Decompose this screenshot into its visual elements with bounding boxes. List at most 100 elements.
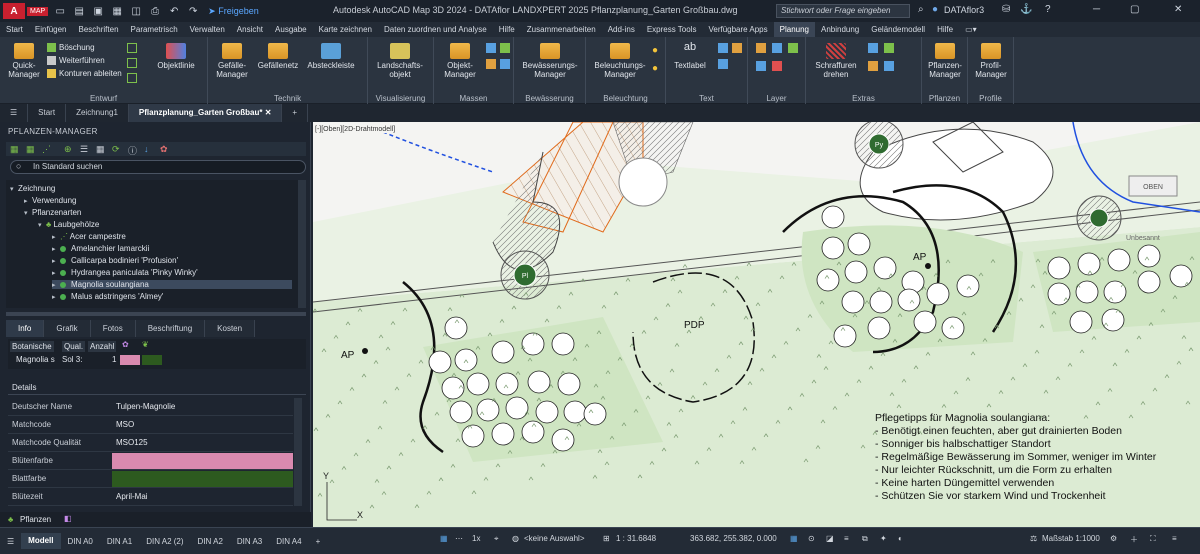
menu-parametrisch[interactable]: Parametrisch — [125, 22, 184, 37]
extras-icon[interactable] — [868, 43, 878, 53]
tree-node-verwendung[interactable]: ▸ Verwendung — [24, 196, 76, 205]
grid-cell-count[interactable]: 1 — [112, 355, 116, 364]
pflanzen-tab[interactable]: Pflanzen — [20, 515, 51, 524]
plant-search-input[interactable]: In Standard suchen — [10, 160, 306, 174]
grid-header[interactable]: Anzahl — [88, 341, 117, 352]
tab-kosten[interactable]: Kosten — [205, 320, 256, 337]
shrub-circle[interactable] — [449, 400, 473, 424]
annotation-scale-icon[interactable]: ⚖ — [1030, 534, 1037, 543]
shrub-circle[interactable] — [1047, 256, 1071, 280]
tree-node-plant[interactable]: ▸ ⋰ Acer campestre — [52, 232, 126, 241]
user-name[interactable]: DATAflor3 — [944, 5, 984, 15]
help-icon[interactable]: ? — [1045, 4, 1051, 15]
weiter-button[interactable]: Weiterführen — [47, 56, 105, 66]
layer-icon[interactable] — [772, 61, 782, 71]
layer-icon[interactable] — [772, 43, 782, 53]
prop-value[interactable]: MSO — [112, 417, 293, 433]
shrub-circle[interactable] — [466, 372, 490, 396]
menu-ausgabe[interactable]: Ausgabe — [269, 22, 313, 37]
tree-scrollbar[interactable] — [298, 180, 306, 308]
tree-node-pflanzenarten[interactable]: ▾ Pflanzenarten — [24, 208, 81, 217]
menu-hilfe-1[interactable]: Hilfe — [493, 22, 521, 37]
refresh-icon[interactable]: ⟳ — [112, 144, 120, 155]
globe-icon[interactable]: ◍ — [512, 534, 519, 543]
shrub-circle[interactable] — [1077, 252, 1101, 276]
down-arrow-icon[interactable]: ↓ — [144, 144, 149, 154]
layout-tab[interactable]: DIN A3 — [230, 537, 269, 546]
tab-zeichnung1[interactable]: Zeichnung1 — [66, 104, 129, 122]
layout-tab[interactable]: DIN A0 — [61, 537, 100, 546]
new-icon[interactable]: ▭ — [53, 4, 67, 18]
mass-tool-icon[interactable] — [486, 59, 496, 69]
shrub-circle[interactable] — [557, 372, 581, 396]
status-menu-icon[interactable]: ☰ — [0, 537, 21, 546]
menu-einfuegen[interactable]: Einfügen — [29, 22, 73, 37]
menu-ansicht[interactable]: Ansicht — [231, 22, 269, 37]
menu-hamburger-icon[interactable]: ☰ — [0, 104, 29, 122]
tree-node-plant[interactable]: ▸ Malus adstringens 'Almey' — [52, 292, 163, 301]
layer-icon[interactable] — [756, 61, 766, 71]
objektlinie-button[interactable]: Objektlinie — [152, 43, 200, 70]
tree-node-plant[interactable]: ▸ Hydrangea paniculata 'Pinky Winky' — [52, 268, 198, 277]
mass-tool-icon[interactable] — [486, 43, 496, 53]
menu-planung[interactable]: Planung — [773, 22, 815, 37]
boeschung-button[interactable]: Böschung — [47, 43, 95, 53]
prop-value[interactable]: Tulpen-Magnolie — [112, 399, 293, 415]
add-icon[interactable]: ⊕ — [64, 144, 72, 155]
apps-icon[interactable]: ⚓ — [1020, 4, 1032, 15]
shrub-circle[interactable] — [1069, 310, 1093, 334]
shrub-circle[interactable] — [847, 232, 871, 256]
isolate-icon[interactable]: ◐ — [898, 534, 903, 543]
menu-daten[interactable]: Daten zuordnen und Analyse — [378, 22, 493, 37]
polar-icon[interactable]: ⊙ — [808, 534, 815, 543]
bulb-icon[interactable]: ● — [652, 63, 658, 74]
viewcube-label[interactable]: OBEN — [1143, 184, 1163, 191]
shrub-circle[interactable] — [1107, 248, 1131, 272]
profil-manager-button[interactable]: Profil-Manager — [971, 43, 1011, 79]
shrub-circle[interactable] — [476, 398, 500, 422]
absteckleiste-button[interactable]: Absteckleiste — [304, 43, 358, 70]
menu-addins[interactable]: Add-ins — [602, 22, 641, 37]
menu-gelaende[interactable]: Geländemodell — [865, 22, 931, 37]
cart-icon[interactable]: ⛁ — [1002, 4, 1010, 15]
transparency-icon[interactable]: ⧉ — [862, 534, 868, 544]
user-icon[interactable]: ● — [932, 4, 938, 15]
shrub-circle[interactable] — [535, 400, 559, 424]
expand-icon[interactable]: ▾ — [10, 185, 18, 193]
shrub-circle[interactable] — [941, 316, 965, 340]
gefaelle-manager-button[interactable]: Gefälle-Manager — [212, 43, 252, 79]
blattfarbe-swatch[interactable] — [112, 471, 293, 487]
maximize-icon[interactable]: ▢ — [1130, 4, 1139, 15]
tab-close-icon[interactable]: ✕ — [265, 108, 272, 117]
menu-start[interactable]: Start — [0, 22, 29, 37]
ortho-icon[interactable]: ⌖ — [494, 534, 499, 544]
grid-icon[interactable]: ▦ — [96, 144, 105, 155]
tab-pflanzplanung[interactable]: Pflanzplanung_Garten Großbau* ✕ — [128, 104, 283, 122]
layout-tab[interactable]: DIN A2 (2) — [139, 537, 190, 546]
extras-icon[interactable] — [884, 43, 894, 53]
splitter[interactable] — [6, 312, 306, 316]
grid-header[interactable]: Botanische — [10, 341, 54, 352]
workspace-icon[interactable]: ⚙ — [1110, 534, 1117, 543]
save-as-icon[interactable]: ▦ — [110, 4, 124, 18]
shrub-circle[interactable] — [551, 332, 575, 356]
scale-icon[interactable]: ⊞ — [603, 534, 610, 543]
snap-toggle-icon[interactable]: ▦ — [790, 534, 798, 543]
plot-icon[interactable]: ⎙ — [148, 4, 162, 18]
open-icon[interactable]: ▤ — [72, 4, 86, 18]
tree-node-zeichnung[interactable]: ▾ Zeichnung — [10, 184, 55, 193]
selection-status[interactable]: <keine Auswahl> — [524, 534, 585, 543]
shrub-circle[interactable] — [844, 260, 868, 284]
text-tool-icon[interactable] — [732, 43, 742, 53]
shrub-circle[interactable] — [444, 316, 468, 340]
menu-hilfe-2[interactable]: Hilfe — [931, 22, 959, 37]
palette-icon[interactable]: ◧ — [64, 514, 72, 523]
shrub-circle[interactable] — [505, 396, 529, 420]
quick-manager-button[interactable]: Quick-Manager — [4, 43, 44, 79]
layout-tab[interactable]: DIN A1 — [100, 537, 139, 546]
info-icon[interactable]: ⓘ — [128, 144, 137, 157]
add-layout-button[interactable]: + — [309, 537, 328, 546]
drawing-canvas[interactable]: Py Pl AP AP PDP OBEN Unbesannt Y X [-][O… — [313, 122, 1200, 527]
props-scrollbar[interactable] — [294, 398, 302, 506]
shrub-circle[interactable] — [926, 282, 950, 306]
